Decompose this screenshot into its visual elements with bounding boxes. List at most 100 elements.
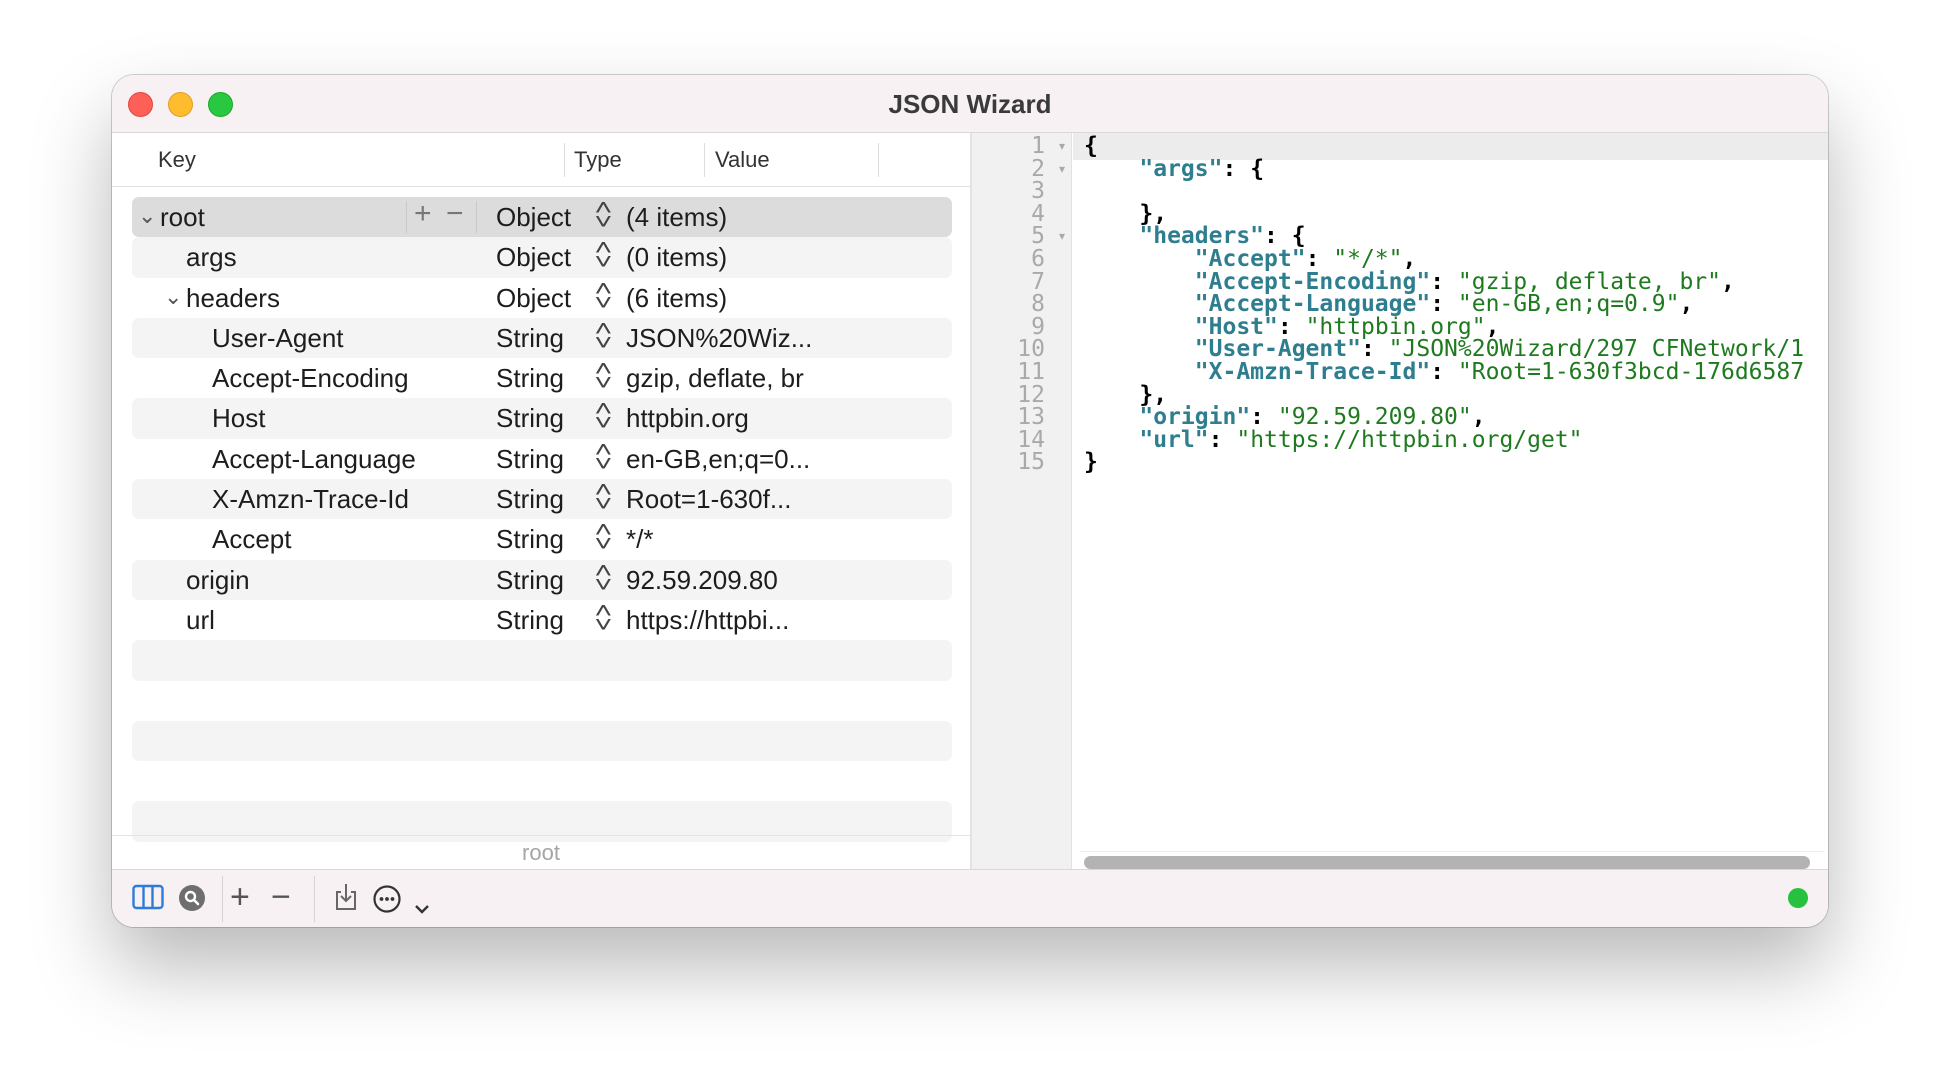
type-stepper-icon[interactable]: ˄ ˅ [594, 599, 612, 635]
fold-triangle-icon[interactable]: ▾ [1059, 229, 1065, 243]
type-stepper-icon[interactable]: ˄ ˅ [594, 277, 612, 313]
code-line[interactable]: "url": "https://httpbin.org/get" [1084, 426, 1583, 453]
key-column-header[interactable]: Key [158, 147, 196, 173]
code-line[interactable]: "X-Amzn-Trace-Id": "Root=1-630f3bcd-176d… [1084, 359, 1804, 385]
row-value[interactable]: */* [626, 524, 653, 555]
scrollbar-thumb[interactable] [1084, 856, 1810, 869]
type-stepper-icon[interactable]: ˄ ˅ [594, 438, 612, 474]
column-divider[interactable] [704, 143, 705, 177]
column-divider[interactable] [564, 143, 565, 177]
code-line[interactable]: "args": { [1084, 156, 1264, 182]
row-value[interactable]: httpbin.org [626, 403, 749, 434]
more-icon[interactable] [372, 884, 402, 921]
row-key[interactable]: User-Agent [212, 323, 344, 354]
type-stepper-icon[interactable]: ˄ ˅ [594, 479, 612, 515]
type-stepper-icon[interactable]: ˄ ˅ [594, 317, 612, 353]
type-stepper-icon[interactable]: ˄ ˅ [594, 559, 612, 595]
bottom-toolbar: + − [112, 869, 1828, 927]
row-key[interactable]: origin [186, 565, 250, 596]
type-stepper-icon[interactable]: ˄ ˅ [594, 358, 612, 394]
type-stepper-icon[interactable]: ˄ ˅ [594, 237, 612, 273]
line-number: 15 [1017, 449, 1045, 476]
empty-row [132, 720, 952, 762]
tree-row[interactable]: X-Amzn-Trace-Id String ˄ ˅ Root=1-630f... [132, 479, 952, 520]
tree-row-root[interactable]: ⌄ root + − Object ˄ ˅ (4 items) [132, 197, 952, 238]
title-bar: JSON Wizard [112, 75, 1828, 133]
code-line[interactable]: } [1084, 449, 1098, 475]
row-key[interactable]: args [186, 242, 237, 273]
row-value[interactable]: 92.59.209.80 [626, 565, 778, 596]
row-key[interactable]: root [160, 202, 205, 233]
row-value[interactable]: en-GB,en;q=0... [626, 444, 810, 475]
remove-icon[interactable]: − [271, 878, 291, 917]
tree-row[interactable]: Accept-Language String ˄ ˅ en-GB,en;q=0..… [132, 438, 952, 479]
row-value[interactable]: gzip, deflate, br [626, 363, 804, 394]
toolbar-divider [314, 876, 315, 922]
tree-outline: ⌄ root + − Object ˄ ˅ (4 items) args Obje… [132, 197, 952, 842]
tree-row[interactable]: args Object ˄ ˅ (0 items) [132, 237, 952, 278]
code-value: "Root=1-630f3bcd-176d6587 [1457, 359, 1805, 385]
row-type[interactable]: Object [496, 202, 571, 233]
horizontal-scrollbar[interactable] [1080, 851, 1824, 869]
code-sep: : [1208, 426, 1237, 453]
empty-row [132, 681, 952, 721]
row-key[interactable]: Accept [212, 524, 292, 555]
tree-row[interactable]: Host String ˄ ˅ httpbin.org [132, 398, 952, 439]
type-stepper-icon[interactable]: ˄ ˅ [594, 398, 612, 434]
row-value[interactable]: Root=1-630f... [626, 484, 792, 515]
import-icon[interactable] [333, 882, 359, 919]
row-value[interactable]: https://httpbi... [626, 605, 789, 636]
type-stepper-icon[interactable]: ˄ ˅ [594, 197, 612, 233]
row-value[interactable]: (4 items) [626, 202, 727, 233]
row-type[interactable]: String [496, 403, 564, 434]
tree-row[interactable]: url String ˄ ˅ https://httpbi... [132, 599, 952, 640]
divider [476, 201, 477, 233]
row-type[interactable]: String [496, 363, 564, 394]
row-key[interactable]: headers [186, 283, 280, 314]
search-icon[interactable] [178, 884, 206, 919]
code-tail: , [1679, 291, 1694, 318]
chevron-down-icon[interactable] [414, 890, 430, 922]
row-type[interactable]: String [496, 323, 564, 354]
remove-row-button[interactable]: − [446, 197, 464, 231]
row-value[interactable]: (0 items) [626, 242, 727, 273]
row-type[interactable]: String [496, 565, 564, 596]
row-type[interactable]: String [496, 484, 564, 515]
type-column-header[interactable]: Type [574, 147, 622, 173]
type-stepper-icon[interactable]: ˄ ˅ [594, 519, 612, 555]
code-key: "url" [1139, 426, 1209, 453]
disclosure-chevron-icon[interactable]: ⌄ [164, 284, 182, 310]
app-window: JSON Wizard Key Type Value ⌄ root + − Ob… [112, 75, 1828, 927]
code-tail: , [1721, 268, 1735, 295]
row-type[interactable]: String [496, 605, 564, 636]
columns-icon[interactable] [132, 884, 164, 917]
add-child-button[interactable]: + [414, 197, 432, 231]
row-key[interactable]: Accept-Encoding [212, 363, 409, 394]
row-key[interactable]: X-Amzn-Trace-Id [212, 484, 409, 515]
row-type[interactable]: String [496, 444, 564, 475]
tree-row[interactable]: Accept String ˄ ˅ */* [132, 519, 952, 559]
tree-row[interactable]: ⌄ headers Object ˄ ˅ (6 items) [132, 277, 952, 318]
add-icon[interactable]: + [230, 878, 250, 917]
fold-triangle-icon[interactable]: ▾ [1059, 139, 1065, 153]
column-divider[interactable] [878, 143, 879, 177]
divider [406, 201, 407, 233]
row-key[interactable]: Accept-Language [212, 444, 416, 475]
fold-triangle-icon[interactable]: ▾ [1059, 162, 1065, 176]
row-key[interactable]: url [186, 605, 215, 636]
tree-row[interactable]: Accept-Encoding String ˄ ˅ gzip, deflate,… [132, 358, 952, 398]
row-key[interactable]: Host [212, 403, 265, 434]
row-type[interactable]: String [496, 524, 564, 555]
row-value[interactable]: (6 items) [626, 283, 727, 314]
tree-row[interactable]: User-Agent String ˄ ˅ JSON%20Wiz... [132, 317, 952, 359]
disclosure-chevron-icon[interactable]: ⌄ [138, 203, 156, 229]
path-bar: root [112, 835, 970, 869]
value-column-header[interactable]: Value [715, 147, 770, 173]
row-type[interactable]: Object [496, 242, 571, 273]
row-type[interactable]: Object [496, 283, 571, 314]
row-value[interactable]: JSON%20Wiz... [626, 323, 812, 354]
code-value: "https://httpbin.org/get" [1236, 426, 1583, 453]
tree-row[interactable]: origin String ˄ ˅ 92.59.209.80 [132, 559, 952, 600]
empty-row [132, 640, 952, 681]
json-editor[interactable]: { "args": { }, "headers": { "Accept": "*… [1084, 133, 1826, 833]
